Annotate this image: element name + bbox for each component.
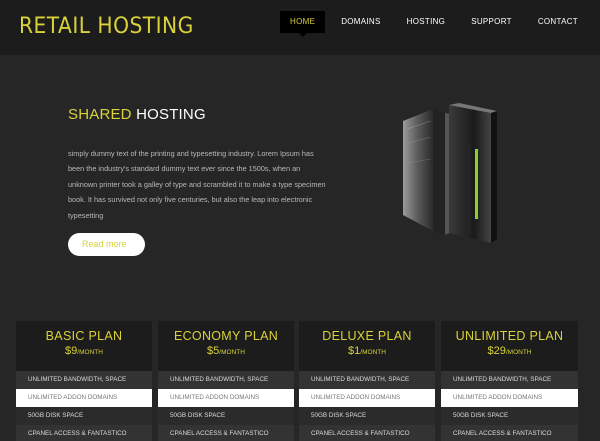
hero-title-rest: HOSTING: [136, 106, 206, 123]
plan-feature: UNLIMITED ADDON DOMAINS: [441, 389, 578, 407]
nav-active-caret: [298, 33, 307, 37]
plan-feature: 50GB DISK SPACE: [158, 407, 294, 425]
plan-header: UNLIMITED PLAN $29/MONTH: [441, 321, 578, 371]
plan-feature: CPANEL ACCESS & FANTASTICO: [16, 425, 152, 441]
price-amount: $9: [65, 345, 78, 357]
price-amount: $5: [207, 345, 220, 357]
pricing-section: BASIC PLAN $9/MONTH UNLIMITED BANDWIDTH,…: [0, 320, 600, 441]
site-logo[interactable]: RETAIL HOSTING: [19, 14, 194, 39]
plan-feature: CPANEL ACCESS & FANTASTICO: [158, 425, 294, 441]
price-period: /MONTH: [360, 349, 386, 356]
plan-name: BASIC PLAN: [45, 329, 123, 343]
plan-feature: UNLIMITED ADDON DOMAINS: [299, 389, 435, 407]
site-header: RETAIL HOSTING HOME DOMAINS HOSTING SUPP…: [0, 0, 600, 55]
plan-feature: UNLIMITED BANDWIDTH, SPACE: [441, 371, 578, 389]
nav-hosting[interactable]: HOSTING: [397, 11, 456, 33]
price-period: /MONTH: [219, 349, 245, 356]
plan-feature: UNLIMITED BANDWIDTH, SPACE: [158, 371, 294, 389]
plan-name: DELUXE PLAN: [322, 329, 412, 343]
read-more-button[interactable]: Read more: [68, 233, 145, 256]
plan-price: $29/MONTH: [441, 345, 578, 357]
plan-card-unlimited[interactable]: UNLIMITED PLAN $29/MONTH UNLIMITED BANDW…: [441, 321, 578, 441]
hero-title: SHARED HOSTING: [68, 106, 206, 123]
plan-name: ECONOMY PLAN: [173, 329, 279, 343]
plan-feature: 50GB DISK SPACE: [299, 407, 435, 425]
plan-name: UNLIMITED PLAN: [455, 329, 564, 343]
nav-support[interactable]: SUPPORT: [461, 11, 522, 33]
nav-domains[interactable]: DOMAINS: [331, 11, 390, 33]
plan-price: $9/MONTH: [16, 345, 152, 357]
plan-price: $5/MONTH: [158, 345, 294, 357]
plan-card-basic[interactable]: BASIC PLAN $9/MONTH UNLIMITED BANDWIDTH,…: [16, 321, 152, 441]
plan-feature: CPANEL ACCESS & FANTASTICO: [299, 425, 435, 441]
main-nav: HOME DOMAINS HOSTING SUPPORT CONTACT: [274, 11, 588, 37]
hero-title-highlight: SHARED: [68, 106, 132, 123]
hero-section: SHARED HOSTING simply dummy text of the …: [0, 55, 600, 320]
plan-header: BASIC PLAN $9/MONTH: [16, 321, 152, 371]
nav-contact[interactable]: CONTACT: [528, 11, 588, 33]
plan-price: $1/MONTH: [299, 345, 435, 357]
nav-home[interactable]: HOME: [280, 11, 326, 37]
server-tower-icon: [403, 103, 497, 243]
plan-card-economy[interactable]: ECONOMY PLAN $5/MONTH UNLIMITED BANDWIDT…: [158, 321, 294, 441]
price-amount: $29: [487, 345, 506, 357]
price-amount: $1: [348, 345, 361, 357]
plan-feature: 50GB DISK SPACE: [441, 407, 578, 425]
price-period: /MONTH: [77, 349, 103, 356]
price-period: /MONTH: [505, 349, 532, 356]
plan-card-deluxe[interactable]: DELUXE PLAN $1/MONTH UNLIMITED BANDWIDTH…: [299, 321, 435, 441]
plan-feature: CPANEL ACCESS & FANTASTICO: [441, 425, 578, 441]
plan-feature: UNLIMITED ADDON DOMAINS: [16, 389, 152, 407]
plan-feature: UNLIMITED ADDON DOMAINS: [158, 389, 294, 407]
hero-body: simply dummy text of the printing and ty…: [68, 149, 326, 220]
nav-home-label: HOME: [290, 17, 316, 26]
plan-header: ECONOMY PLAN $5/MONTH: [158, 321, 294, 371]
plan-feature: UNLIMITED BANDWIDTH, SPACE: [16, 371, 152, 389]
plan-header: DELUXE PLAN $1/MONTH: [299, 321, 435, 371]
plan-feature: UNLIMITED BANDWIDTH, SPACE: [299, 371, 435, 389]
plan-feature: 50GB DISK SPACE: [16, 407, 152, 425]
